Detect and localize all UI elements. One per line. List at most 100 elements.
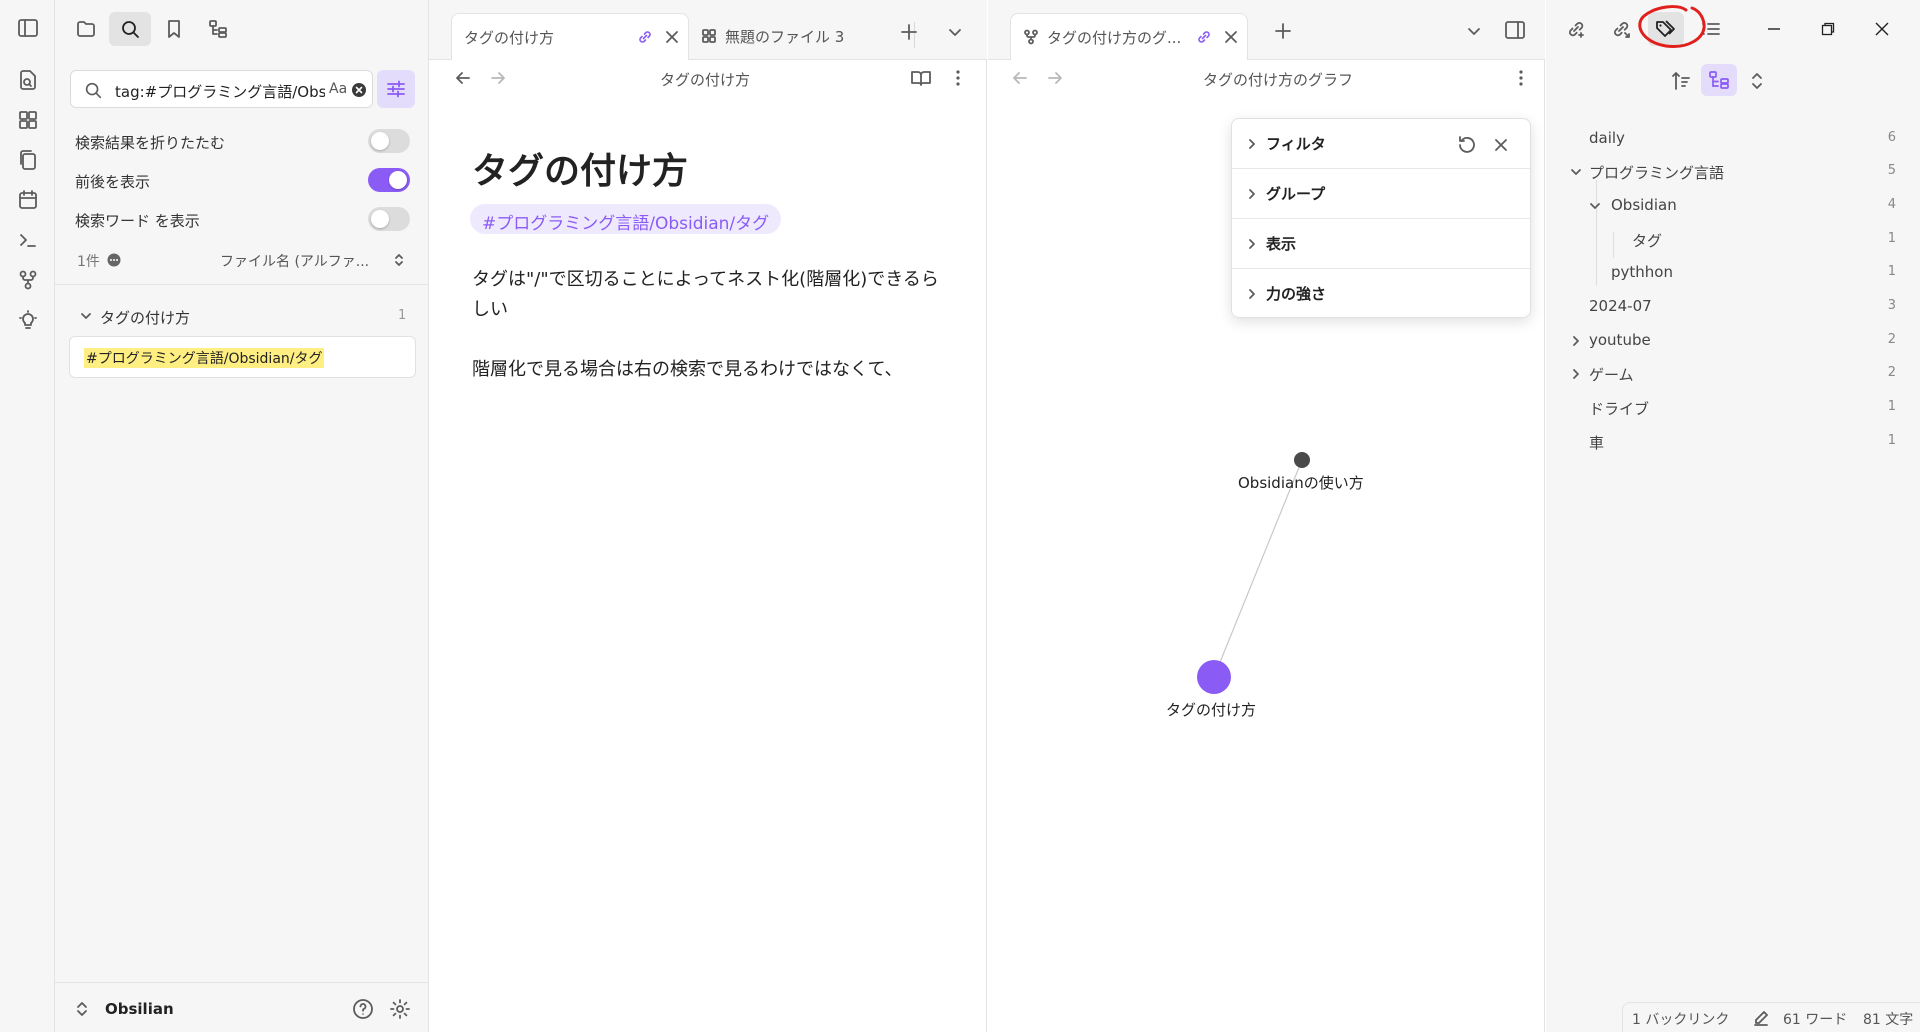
- help-icon[interactable]: [352, 998, 374, 1020]
- chevron-down-icon[interactable]: [79, 309, 93, 323]
- note-title[interactable]: タグの付け方: [472, 142, 688, 194]
- ideas-button[interactable]: [14, 306, 42, 334]
- search-icon: [122, 21, 139, 38]
- tag-item-2024-07[interactable]: 2024-07 3: [1546, 292, 1920, 322]
- collapse-results-toggle[interactable]: [368, 129, 410, 153]
- pencil-icon[interactable]: [1753, 1010, 1769, 1026]
- clear-search-icon[interactable]: [351, 82, 367, 98]
- graph-forces-section[interactable]: 力の強さ: [1232, 269, 1530, 319]
- backlink-count[interactable]: 1 バックリンク: [1632, 1009, 1729, 1029]
- show-search-term-toggle[interactable]: [368, 207, 410, 231]
- tab-graph[interactable]: タグの付け方のグ...: [1010, 13, 1248, 60]
- more-vertical-icon[interactable]: [1512, 68, 1530, 88]
- graph-header-title[interactable]: タグの付け方のグラフ: [1203, 69, 1353, 90]
- left-sidebar: tag:#プログラミング言語/Obsidian/タグ Aa 検索結果を折りたたむ…: [55, 0, 429, 1032]
- backlinks-tab[interactable]: [1558, 12, 1594, 46]
- bookmarks-tab[interactable]: [153, 12, 195, 46]
- tag-item-daily[interactable]: daily 6: [1546, 124, 1920, 154]
- tab-list-chevron-down-icon[interactable]: [1466, 23, 1482, 39]
- more-vertical-icon[interactable]: [949, 68, 967, 88]
- chevron-down-icon[interactable]: [1589, 200, 1601, 212]
- open-quick-switcher-button[interactable]: [14, 66, 42, 94]
- tag-item-game[interactable]: ゲーム 2: [1546, 359, 1920, 389]
- tag-item-drive[interactable]: ドライブ 1: [1546, 393, 1920, 423]
- editor-header-title[interactable]: タグの付け方: [660, 69, 750, 90]
- toggle-right-sidebar-icon[interactable]: [1504, 20, 1526, 40]
- sort-icon[interactable]: [1671, 70, 1691, 92]
- chevrons-up-down-icon[interactable]: [1749, 70, 1765, 92]
- tag-count: 5: [1887, 163, 1896, 178]
- settings-gear-icon[interactable]: [389, 998, 411, 1020]
- tab-untitled[interactable]: 無題のファイル 3: [691, 13, 913, 60]
- close-icon[interactable]: [1223, 29, 1239, 45]
- tag-item-programming[interactable]: プログラミング言語 5: [1546, 157, 1920, 187]
- note-tag[interactable]: #プログラミング言語/Obsidian/タグ: [470, 204, 782, 234]
- section-label: 表示: [1266, 235, 1297, 253]
- graph-groups-section[interactable]: グループ: [1232, 169, 1530, 219]
- graph-node-obsidian-usage[interactable]: [1294, 452, 1310, 468]
- result-file-title[interactable]: タグの付け方: [100, 307, 190, 328]
- graph-view-button[interactable]: [14, 266, 42, 294]
- vault-switcher[interactable]: Obsilian: [55, 982, 429, 1032]
- chevron-right-icon[interactable]: [1570, 368, 1582, 380]
- sidebar-left-icon: [18, 19, 38, 37]
- graph-display-section[interactable]: 表示: [1232, 219, 1530, 269]
- search-tab[interactable]: [109, 12, 151, 46]
- close-window-button[interactable]: [1860, 12, 1904, 46]
- daily-note-button[interactable]: [14, 186, 42, 214]
- result-match-snippet[interactable]: #プログラミング言語/Obsidian/タグ: [69, 336, 416, 378]
- tag-item-obsidian[interactable]: Obsidian 4: [1546, 191, 1920, 221]
- editor-tab-strip: タグの付け方 無題のファイル 3: [429, 0, 987, 60]
- search-settings-button[interactable]: [377, 70, 415, 108]
- tag-item-youtube[interactable]: youtube 2: [1546, 326, 1920, 356]
- chevron-down-icon[interactable]: [1570, 166, 1582, 178]
- arrow-right-icon[interactable]: [1046, 69, 1064, 87]
- match-case-hint[interactable]: Aa: [329, 81, 347, 97]
- close-icon[interactable]: [664, 29, 680, 45]
- show-context-toggle[interactable]: [368, 168, 410, 192]
- toggle-left-sidebar-button[interactable]: [14, 14, 42, 42]
- result-match-count: 1: [398, 308, 407, 323]
- tab-note[interactable]: タグの付け方: [451, 13, 689, 60]
- tab-list-chevron-down-icon[interactable]: [947, 24, 963, 40]
- file-explorer-tab[interactable]: [65, 12, 107, 46]
- tag-count: 2: [1887, 365, 1896, 380]
- tag-item-tag[interactable]: タグ 1: [1546, 225, 1920, 255]
- arrow-left-icon[interactable]: [454, 69, 472, 87]
- note-paragraph[interactable]: タグは"/"で区切ることによってネスト化(階層化)できるらしい: [472, 265, 942, 325]
- templates-button[interactable]: [14, 146, 42, 174]
- book-open-icon[interactable]: [910, 68, 932, 88]
- tag-item-car[interactable]: 車 1: [1546, 427, 1920, 457]
- canvas-button[interactable]: [14, 106, 42, 134]
- new-tab-plus-icon[interactable]: [1273, 21, 1293, 41]
- ribbon: [0, 0, 55, 1032]
- sort-order-select[interactable]: ファイル名 (アルファ...: [220, 251, 369, 271]
- arrow-right-icon[interactable]: [489, 69, 507, 87]
- graph-node-current-note[interactable]: [1197, 660, 1231, 694]
- graph-node-label[interactable]: Obsidianの使い方: [1238, 472, 1364, 493]
- graph-filters-section[interactable]: フィルタ: [1232, 119, 1530, 169]
- close-icon[interactable]: [1492, 136, 1510, 154]
- note-paragraph[interactable]: 階層化で見る場合は右の検索で見るわけではなくて、: [472, 355, 942, 385]
- search-input[interactable]: tag:#プログラミング言語/Obsidian/タグ Aa: [70, 70, 373, 108]
- arrow-left-icon[interactable]: [1011, 69, 1029, 87]
- outline-tab[interactable]: [197, 12, 239, 46]
- show-nested-tags-button[interactable]: [1701, 64, 1737, 96]
- graph-node-label[interactable]: タグの付け方: [1166, 699, 1256, 720]
- new-tab-plus-icon[interactable]: [899, 22, 919, 42]
- tab-label: タグの付け方のグ...: [1047, 29, 1182, 47]
- tag-count: 1: [1887, 399, 1896, 414]
- option-show-context: 前後を表示: [75, 165, 410, 195]
- graph-pane: タグの付け方のグ... タグの付け方のグラフ Obsidianの使い方 タグの付…: [988, 0, 1545, 1032]
- section-label: フィルタ: [1266, 135, 1326, 153]
- command-palette-button[interactable]: [14, 226, 42, 254]
- minimize-button[interactable]: [1752, 12, 1796, 46]
- more-options-icon[interactable]: [107, 253, 121, 267]
- chevron-right-icon[interactable]: [1570, 335, 1582, 347]
- editor-pane: タグの付け方 無題のファイル 3 タグの付け方 タグの付け方 #プログラミング言…: [429, 0, 987, 1032]
- rotate-ccw-icon[interactable]: [1456, 134, 1478, 156]
- tag-name: pythhon: [1611, 263, 1673, 281]
- maximize-button[interactable]: [1806, 12, 1850, 46]
- tag-item-pythhon[interactable]: pythhon 1: [1546, 258, 1920, 288]
- tag-count: 3: [1887, 298, 1896, 313]
